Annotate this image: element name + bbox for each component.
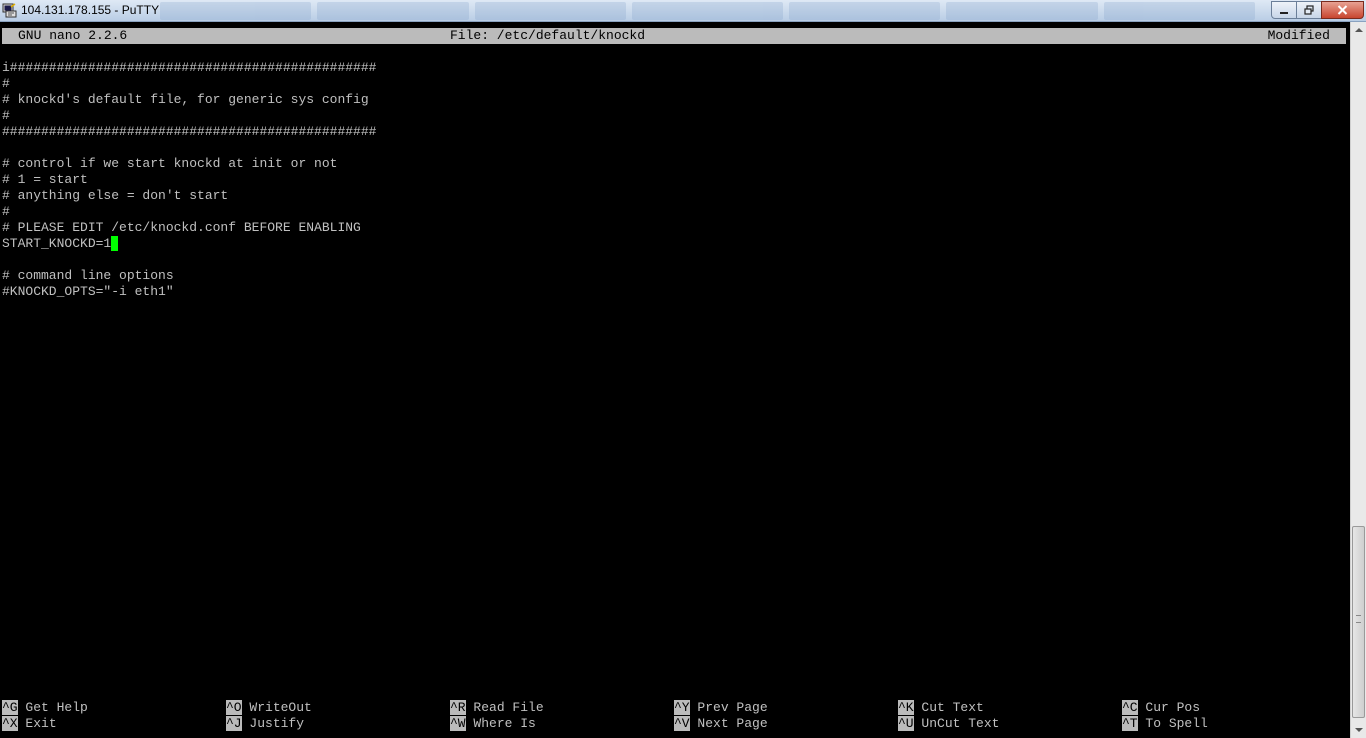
shortcut-prev-page[interactable]: ^Y Prev Page <box>674 700 768 716</box>
file-line: # control if we start knockd at init or … <box>2 156 338 171</box>
scrollbar-thumb[interactable] <box>1352 526 1365 718</box>
shortcut-cur-pos[interactable]: ^C Cur Pos <box>1122 700 1200 716</box>
shortcut-read-file[interactable]: ^R Read File <box>450 700 544 716</box>
window-title: 104.131.178.155 - PuTTY <box>21 3 160 17</box>
file-line-current: START_KNOCKD=1 <box>2 236 119 252</box>
file-line: ########################################… <box>2 124 377 139</box>
shortcut-exit[interactable]: ^X Exit <box>2 716 57 732</box>
putty-icon[interactable] <box>2 3 17 18</box>
minimize-icon <box>1280 12 1288 14</box>
minimize-button[interactable] <box>1271 1 1297 19</box>
file-line: # knockd's default file, for generic sys… <box>2 92 369 107</box>
file-line: # command line options <box>2 268 174 283</box>
chevron-down-icon <box>1354 728 1363 732</box>
vertical-scrollbar[interactable] <box>1350 22 1366 738</box>
shortcut-next-page[interactable]: ^V Next Page <box>674 716 768 732</box>
file-line-text: START_KNOCKD=1 <box>2 236 112 251</box>
close-icon <box>1337 5 1348 15</box>
shortcut-uncut-text[interactable]: ^U UnCut Text <box>898 716 999 732</box>
title-bar[interactable]: 104.131.178.155 - PuTTY <box>0 0 1366 22</box>
nano-file-name: File: /etc/default/knockd <box>450 28 646 43</box>
nano-header-bar: GNU nano 2.2.6 File: /etc/default/knockd… <box>2 28 1346 44</box>
background-browser-tabs <box>160 2 1255 20</box>
maximize-button[interactable] <box>1296 1 1322 19</box>
file-line: #KNOCKD_OPTS="-i eth1" <box>2 284 174 299</box>
file-line: i#######################################… <box>2 60 377 75</box>
terminal-area[interactable]: GNU nano 2.2.6 File: /etc/default/knockd… <box>0 22 1350 738</box>
file-line: # 1 = start <box>2 172 88 187</box>
shortcut-justify[interactable]: ^J Justify <box>226 716 304 732</box>
shortcut-where-is[interactable]: ^W Where Is <box>450 716 536 732</box>
text-cursor <box>111 236 119 251</box>
scroll-up-button[interactable] <box>1351 22 1366 38</box>
chevron-up-icon <box>1354 28 1363 32</box>
putty-window: 104.131.178.155 - PuTTY GNU nano 2.2.6 F… <box>0 0 1366 738</box>
shortcut-get-help[interactable]: ^G Get Help <box>2 700 88 716</box>
file-line: # anything else = don't start <box>2 188 229 203</box>
file-line: # <box>2 108 10 123</box>
maximize-icon <box>1304 5 1314 15</box>
file-line: # PLEASE EDIT /etc/knockd.conf BEFORE EN… <box>2 220 361 235</box>
nano-version: GNU nano 2.2.6 <box>18 28 128 43</box>
close-button[interactable] <box>1321 1 1364 19</box>
file-line: # <box>2 76 10 91</box>
shortcut-to-spell[interactable]: ^T To Spell <box>1122 716 1208 732</box>
window-controls <box>1271 1 1364 19</box>
nano-modified-status: Modified <box>1267 28 1330 43</box>
shortcut-cut-text[interactable]: ^K Cut Text <box>898 700 984 716</box>
scroll-down-button[interactable] <box>1351 722 1366 738</box>
shortcut-writeout[interactable]: ^O WriteOut <box>226 700 312 716</box>
grip-icon <box>1356 615 1361 623</box>
file-line: # <box>2 204 10 219</box>
